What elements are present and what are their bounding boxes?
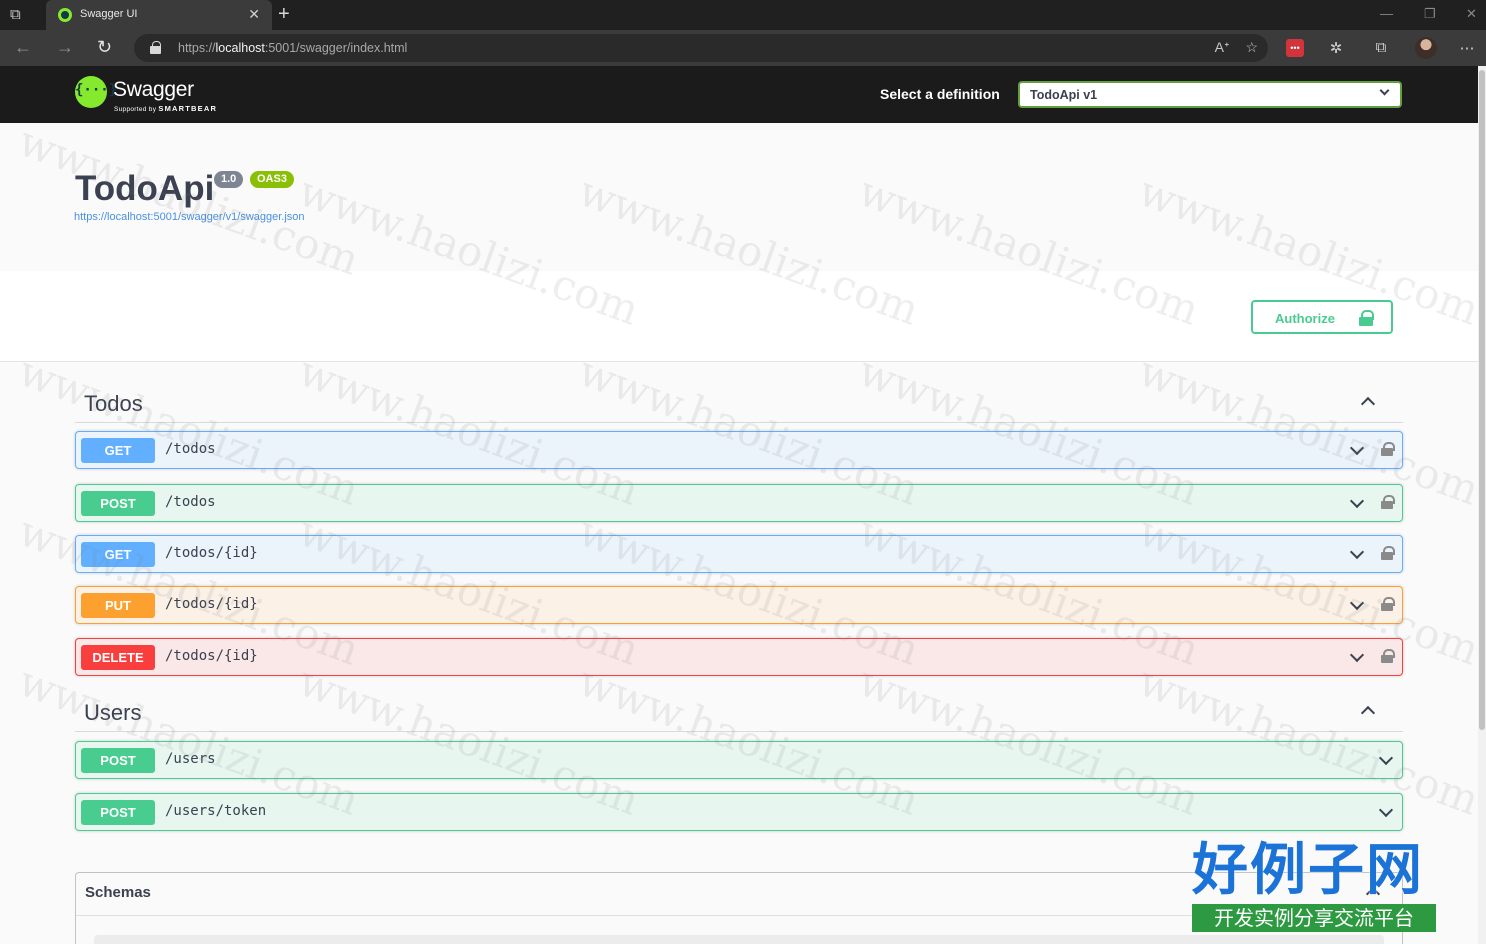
operation-path: /todos — [165, 494, 216, 510]
url-bar[interactable]: https://localhost:5001/swagger/index.htm… — [134, 34, 1268, 62]
url-actions: Aᐩ ☆ — [1199, 39, 1258, 56]
restore-icon[interactable]: ❐ — [1424, 6, 1436, 22]
profile-avatar[interactable] — [1415, 37, 1437, 59]
api-title: TodoApi — [75, 169, 215, 208]
method-badge: GET — [81, 438, 155, 463]
schemas-title: Schemas — [85, 884, 151, 901]
method-badge: PUT — [81, 593, 155, 618]
padlock-icon[interactable] — [1381, 495, 1395, 510]
swagger-logo-icon[interactable]: {···} — [75, 76, 117, 108]
tab-actions-icon[interactable]: ⧉ — [10, 6, 32, 24]
operation-path: /todos — [165, 441, 216, 457]
favorite-icon[interactable]: ☆ — [1245, 39, 1258, 55]
url-text[interactable]: https://localhost:5001/swagger/index.htm… — [178, 41, 407, 55]
operation-post-todos[interactable]: POST /todos — [75, 484, 1403, 522]
schema-row[interactable] — [94, 935, 1384, 944]
tag-name: Users — [84, 700, 142, 725]
method-badge: POST — [81, 491, 155, 516]
operation-get-todos[interactable]: GET /todos — [75, 431, 1403, 469]
padlock-icon[interactable] — [1381, 597, 1395, 612]
api-info: TodoApi 1.0 OAS3 https://localhost:5001/… — [0, 123, 1478, 271]
browser-tab[interactable]: Swagger UI ✕ — [46, 0, 272, 30]
page-scrollbar[interactable] — [1478, 66, 1486, 944]
tab-title: Swagger UI — [80, 8, 138, 20]
minimize-icon[interactable]: — — [1380, 6, 1393, 21]
address-toolbar: ← → ↻ https://localhost:5001/swagger/ind… — [0, 30, 1486, 66]
read-aloud-icon[interactable]: Aᐩ — [1215, 39, 1230, 55]
spec-json-link[interactable]: https://localhost:5001/swagger/v1/swagge… — [74, 211, 305, 223]
chevron-down-icon[interactable] — [1349, 647, 1365, 663]
method-badge: DELETE — [81, 645, 155, 670]
version-badge: 1.0 — [214, 171, 244, 188]
chevron-down-icon[interactable] — [1349, 544, 1365, 560]
padlock-icon[interactable] — [1381, 649, 1395, 664]
operation-path: /todos/{id} — [165, 596, 258, 612]
definition-label: Select a definition — [880, 86, 1000, 102]
padlock-icon[interactable] — [1381, 442, 1395, 457]
chevron-down-icon[interactable] — [1349, 493, 1365, 509]
operation-put-todo[interactable]: PUT /todos/{id} — [75, 586, 1403, 624]
operation-path: /users — [165, 751, 216, 767]
oas-badge: OAS3 — [250, 171, 294, 188]
tagline-prefix: Supported by — [114, 106, 157, 113]
method-badge: GET — [81, 542, 155, 567]
schemas-section[interactable]: Schemas — [75, 872, 1403, 944]
new-tab-icon[interactable]: + — [278, 3, 290, 26]
operation-get-todo-by-id[interactable]: GET /todos/{id} — [75, 535, 1403, 573]
extensions-puzzle-icon[interactable]: ✲ — [1327, 39, 1345, 57]
refresh-icon[interactable]: ↻ — [97, 37, 112, 58]
smartbear-tagline: Supported by SMARTBEAR — [114, 104, 217, 113]
back-icon[interactable]: ← — [14, 37, 32, 58]
scheme-container: Authorize — [0, 271, 1478, 362]
chevron-down-icon[interactable] — [1378, 802, 1394, 818]
url-host: localhost — [215, 41, 265, 55]
operation-delete-todo[interactable]: DELETE /todos/{id} — [75, 638, 1403, 676]
operation-path: /users/token — [165, 803, 267, 819]
tab-close-icon[interactable]: ✕ — [248, 6, 260, 23]
definition-select[interactable]: TodoApi v1 — [1018, 81, 1402, 108]
swagger-page: {···} Swagger Supported by SMARTBEAR Sel… — [0, 66, 1478, 944]
operation-path: /todos/{id} — [165, 545, 258, 561]
swagger-logo-text[interactable]: Swagger — [113, 78, 194, 102]
method-badge: POST — [81, 748, 155, 773]
operation-post-users[interactable]: POST /users — [75, 741, 1403, 779]
authorize-button[interactable]: Authorize — [1251, 300, 1393, 334]
chevron-up-icon — [1360, 396, 1376, 412]
lock-icon[interactable] — [150, 41, 161, 54]
extension-icon[interactable]: ••• — [1286, 39, 1304, 57]
operation-post-users-token[interactable]: POST /users/token — [75, 793, 1403, 831]
forward-icon[interactable]: → — [56, 37, 74, 58]
authorize-label: Authorize — [1275, 311, 1335, 326]
chevron-down-icon[interactable] — [1349, 595, 1365, 611]
chevron-down-icon[interactable] — [1349, 440, 1365, 456]
tag-users[interactable]: Users — [75, 688, 1403, 732]
definition-value: TodoApi v1 — [1030, 88, 1098, 102]
method-badge: POST — [81, 800, 155, 825]
more-menu-icon[interactable]: ⋯ — [1458, 39, 1476, 57]
window-close-icon[interactable]: ✕ — [1466, 6, 1477, 22]
unlocked-icon — [1359, 310, 1374, 326]
browser-tab-bar: ⧉ Swagger UI ✕ + — ❐ ✕ — [0, 0, 1486, 30]
chevron-up-icon[interactable] — [1365, 886, 1381, 902]
url-rest: :5001/swagger/index.html — [264, 41, 408, 55]
tag-name: Todos — [84, 391, 143, 416]
padlock-icon[interactable] — [1381, 546, 1395, 561]
chevron-down-icon[interactable] — [1378, 750, 1394, 766]
swagger-favicon-icon — [58, 8, 72, 22]
chevron-down-icon — [1379, 85, 1390, 96]
divider — [76, 915, 1402, 916]
url-prefix: https:// — [178, 41, 216, 55]
chevron-up-icon — [1360, 705, 1376, 721]
tag-todos[interactable]: Todos — [75, 379, 1403, 423]
scrollbar-thumb[interactable] — [1479, 70, 1485, 730]
tagline-brand: SMARTBEAR — [158, 104, 218, 113]
collections-icon[interactable]: ⧉ — [1372, 39, 1390, 57]
swagger-topbar: {···} Swagger Supported by SMARTBEAR Sel… — [0, 66, 1478, 123]
operation-path: /todos/{id} — [165, 648, 258, 664]
